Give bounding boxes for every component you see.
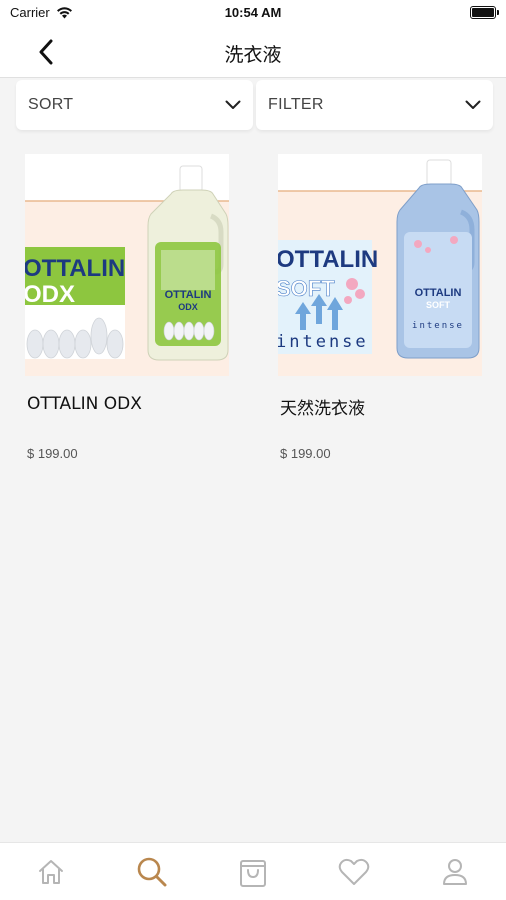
product-card[interactable]: OTTALIN ODX OTTALIN ODX OTTALIN ODX $ 19… [25, 154, 229, 461]
box-brand-text: OTTALIN [278, 246, 378, 273]
bottle-brand-text: OTTALIN [165, 289, 212, 301]
product-price: $ 199.00 [27, 446, 78, 461]
filter-label: FILTER [268, 96, 324, 113]
status-bar: Carrier 10:54 AM [0, 0, 506, 26]
product-name[interactable]: 天然洗衣液 [280, 394, 365, 419]
home-icon [38, 859, 63, 884]
bottle-intense-text: intense [412, 321, 464, 331]
bottle-sub-text: SOFT [426, 300, 451, 310]
product-photo-odx: OTTALIN ODX OTTALIN ODX [25, 154, 229, 376]
tab-cart[interactable] [223, 847, 283, 897]
tab-profile[interactable] [425, 847, 485, 897]
product-image[interactable]: OTTALIN SOFT intense OTTALIN SOFT intens… [278, 154, 482, 376]
bottle-sub-text: ODX [178, 302, 198, 312]
sort-filter-bar: SORT FILTER [16, 80, 493, 130]
navigation-bar: 洗衣液 [0, 26, 506, 78]
tab-home[interactable] [21, 847, 81, 897]
product-card[interactable]: OTTALIN SOFT intense OTTALIN SOFT intens… [278, 154, 482, 461]
chevron-down-icon [225, 100, 241, 109]
product-image[interactable]: OTTALIN ODX OTTALIN ODX [25, 154, 229, 376]
tab-search[interactable] [122, 847, 182, 897]
profile-icon [443, 858, 468, 885]
tab-favorites[interactable] [324, 847, 384, 897]
cart-icon [239, 859, 266, 887]
box-intense-text: intense [278, 332, 369, 352]
box-brand-text: OTTALIN [25, 255, 125, 282]
product-price: $ 199.00 [280, 446, 331, 461]
product-name[interactable]: OTTALIN ODX [27, 394, 142, 414]
product-photo-soft: OTTALIN SOFT intense OTTALIN SOFT intens… [278, 154, 482, 376]
page-title: 洗衣液 [224, 44, 282, 66]
box-sub-text: SOFT [278, 276, 335, 301]
battery-icon [470, 6, 499, 19]
search-icon [137, 857, 167, 886]
filter-dropdown[interactable]: FILTER [256, 80, 493, 130]
sort-dropdown[interactable]: SORT [16, 80, 253, 130]
chevron-down-icon [465, 100, 481, 109]
sort-label: SORT [28, 96, 74, 113]
heart-icon [338, 858, 370, 885]
bottom-tab-bar [0, 842, 506, 900]
box-sub-text: ODX [25, 281, 75, 308]
clock: 10:54 AM [224, 5, 282, 20]
bottle-brand-text: OTTALIN [415, 287, 462, 299]
